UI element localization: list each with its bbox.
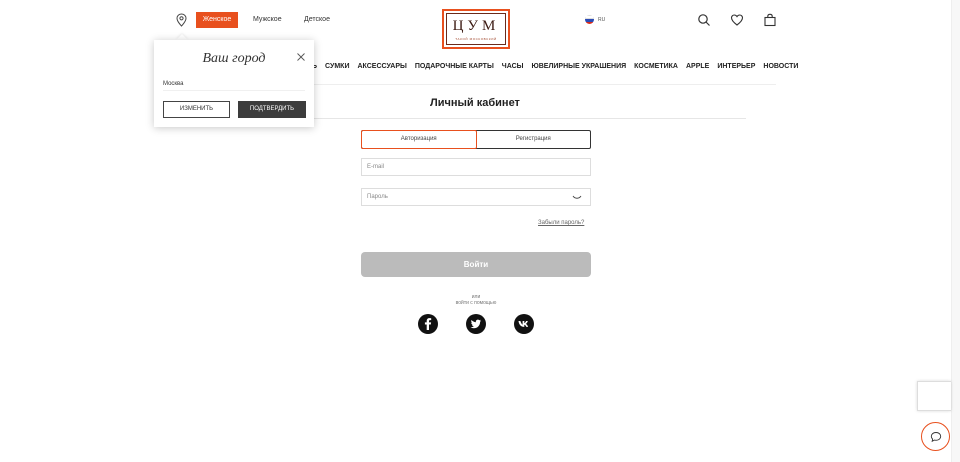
tab-kids[interactable]: Детское [304,12,330,28]
language-label: RU [598,16,606,23]
login-button[interactable]: Войти [361,252,591,277]
location-pin-icon[interactable] [176,13,187,27]
forgot-password-link[interactable]: Забыли пароль? [538,220,584,226]
nav-item-bags[interactable]: СУМКИ [325,63,349,70]
auth-tabs: Авторизация Регистрация [361,130,591,149]
tab-men[interactable]: Мужское [253,12,282,28]
tab-women[interactable]: Женское [196,12,238,28]
page-scrollbar[interactable] [951,0,960,462]
chat-bubble-icon [930,431,941,442]
logo-text: ЦУМ [452,17,500,34]
nav-item-apple[interactable]: APPLE [686,63,709,70]
tab-login[interactable]: Авторизация [361,130,477,149]
logo-subtext: ТАКОЙ МОСКОВСКИЙ [455,36,497,41]
nav-item-accessories[interactable]: АКСЕССУАРЫ [357,63,406,70]
nav-item-gift-cards[interactable]: ПОДАРОЧНЫЕ КАРТЫ [415,63,494,70]
nav-item-jewelry[interactable]: ЮВЕЛИРНЫЕ УКРАШЕНИЯ [532,63,627,70]
change-city-button[interactable]: ИЗМЕНИТЬ [163,101,230,118]
vk-icon[interactable] [514,314,534,334]
or-divider: или войти с помощью [361,294,591,306]
nav-item-interior[interactable]: ИНТЕРЬЕР [717,63,755,70]
russia-flag-icon [585,15,594,24]
city-input[interactable]: Москва [163,77,305,91]
recaptcha-badge[interactable] [917,381,951,411]
eye-closed-icon[interactable] [572,193,582,201]
city-popup-title: Ваш город [202,51,266,66]
nav-item-news[interactable]: НОВОСТИ [763,63,798,70]
chat-button[interactable] [921,422,950,451]
confirm-city-button[interactable]: ПОДТВЕРДИТЬ [238,101,306,118]
shopping-bag-icon[interactable] [763,13,777,27]
heart-icon[interactable] [730,13,744,27]
nav-item-cosmetics[interactable]: КОСМЕТИКА [634,63,678,70]
password-placeholder: Пароль [367,194,388,200]
main-nav: Ь СУМКИ АКСЕССУАРЫ ПОДАРОЧНЫЕ КАРТЫ ЧАСЫ… [312,63,806,70]
tab-register[interactable]: Регистрация [477,131,591,148]
close-icon[interactable] [297,53,305,61]
twitter-icon[interactable] [466,314,486,334]
tsum-logo[interactable]: ЦУМ ТАКОЙ МОСКОВСКИЙ [442,9,510,49]
facebook-icon[interactable] [418,314,438,334]
search-icon[interactable] [697,13,711,27]
password-field[interactable]: Пароль [361,188,591,206]
language-switcher[interactable]: RU [585,15,605,24]
social-login-label: войти с помощью [455,300,497,306]
email-field[interactable]: E-mail [361,158,591,176]
nav-item-watches[interactable]: ЧАСЫ [502,63,524,70]
city-popup: Ваш город Москва ИЗМЕНИТЬ ПОДТВЕРДИТЬ [154,40,314,127]
